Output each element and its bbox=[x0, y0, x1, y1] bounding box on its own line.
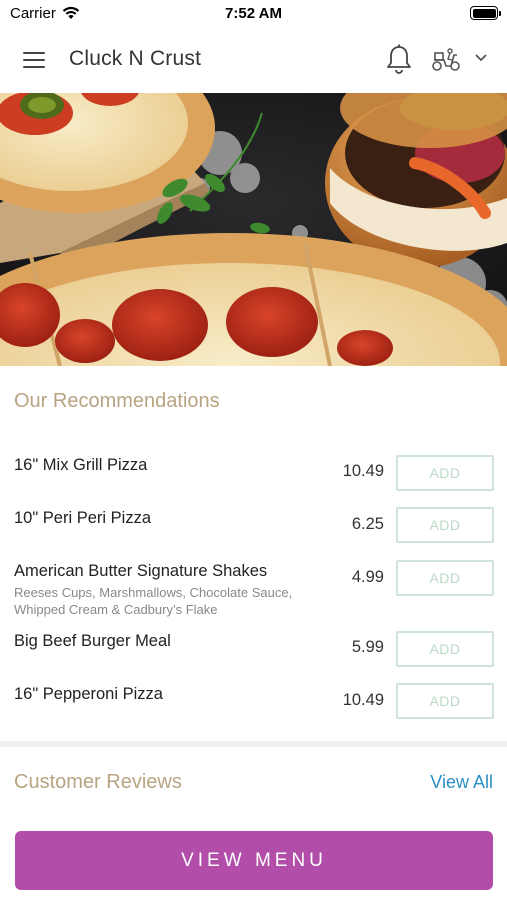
item-price: 5.99 bbox=[351, 638, 384, 656]
scooter-icon bbox=[432, 48, 460, 71]
item-name: Big Beef Burger Meal bbox=[14, 632, 171, 650]
section-divider bbox=[0, 741, 507, 747]
status-bar: Carrier 7:52 AM bbox=[0, 0, 507, 27]
restaurant-title: Cluck N Crust bbox=[69, 47, 202, 70]
recommendations-title: Our Recommendations bbox=[14, 390, 220, 412]
notification-bell-icon[interactable] bbox=[384, 43, 414, 75]
item-name: 16" Mix Grill Pizza bbox=[14, 456, 148, 474]
view-menu-button[interactable]: VIEW MENU bbox=[15, 831, 493, 890]
view-all-reviews-link[interactable]: View All bbox=[430, 772, 493, 793]
item-name: American Butter Signature Shakes bbox=[14, 562, 268, 580]
item-price: 4.99 bbox=[351, 568, 384, 586]
battery-full-icon bbox=[470, 6, 501, 20]
item-price: 10.49 bbox=[342, 462, 384, 480]
add-button[interactable]: ADD bbox=[396, 683, 494, 719]
food-banner-image bbox=[0, 93, 507, 366]
item-name: 16" Pepperoni Pizza bbox=[14, 685, 163, 703]
add-button[interactable]: ADD bbox=[396, 560, 494, 596]
chevron-down-icon bbox=[475, 54, 487, 62]
add-button[interactable]: ADD bbox=[396, 631, 494, 667]
hamburger-menu-icon[interactable] bbox=[20, 47, 50, 73]
add-button[interactable]: ADD bbox=[396, 507, 494, 543]
clock: 7:52 AM bbox=[225, 5, 282, 22]
reviews-title: Customer Reviews bbox=[14, 771, 182, 793]
item-price: 10.49 bbox=[342, 691, 384, 709]
item-description: Reeses Cups, Marshmallows, Chocolate Sau… bbox=[14, 585, 293, 617]
item-name: 10" Peri Peri Pizza bbox=[14, 509, 151, 527]
app-header: Cluck N Crust bbox=[0, 27, 507, 93]
add-button[interactable]: ADD bbox=[396, 455, 494, 491]
item-price: 6.25 bbox=[351, 515, 384, 533]
order-mode-selector[interactable] bbox=[430, 45, 492, 75]
